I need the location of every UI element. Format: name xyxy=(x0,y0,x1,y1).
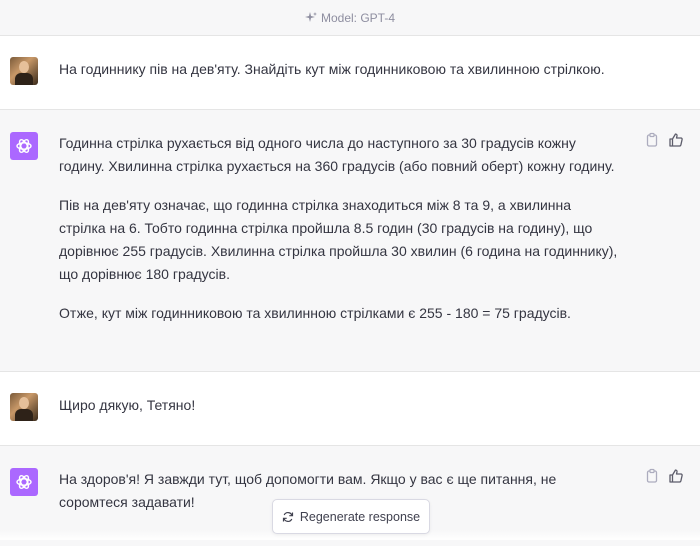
user-message: На годиннику пів на дев'яту. Знайдіть ку… xyxy=(0,36,700,110)
openai-logo-icon xyxy=(16,475,32,489)
regenerate-response-button[interactable]: Regenerate response xyxy=(272,499,430,534)
thumbs-up-icon[interactable] xyxy=(668,468,684,484)
message-text: На годиннику пів на дев'яту. Знайдіть ку… xyxy=(59,61,605,77)
message-text: Щиро дякую, Тетяно! xyxy=(59,397,196,413)
model-label: Model: GPT-4 xyxy=(320,10,396,25)
assistant-avatar xyxy=(10,132,38,160)
user-message: Щиро дякую, Тетяно! xyxy=(0,372,700,446)
thumbs-up-icon[interactable] xyxy=(668,132,684,148)
sparkle-icon xyxy=(304,11,317,22)
openai-logo-icon xyxy=(16,139,32,153)
model-indicator: Model: GPT-4 xyxy=(0,0,700,36)
message-paragraph: Отже, кут між годинниковою та хвилинною … xyxy=(59,305,571,321)
message-paragraph: Годинна стрілка рухається від одного чис… xyxy=(59,135,615,174)
clipboard-icon[interactable] xyxy=(644,468,660,484)
user-avatar xyxy=(10,57,38,85)
refresh-icon xyxy=(282,511,293,522)
regenerate-label: Regenerate response xyxy=(299,509,421,524)
clipboard-icon[interactable] xyxy=(644,132,660,148)
user-avatar xyxy=(10,393,38,421)
assistant-message: Годинна стрілка рухається від одного чис… xyxy=(0,110,700,372)
assistant-avatar xyxy=(10,468,38,496)
message-paragraph: Пів на дев'яту означає, що годинна стріл… xyxy=(59,197,618,282)
